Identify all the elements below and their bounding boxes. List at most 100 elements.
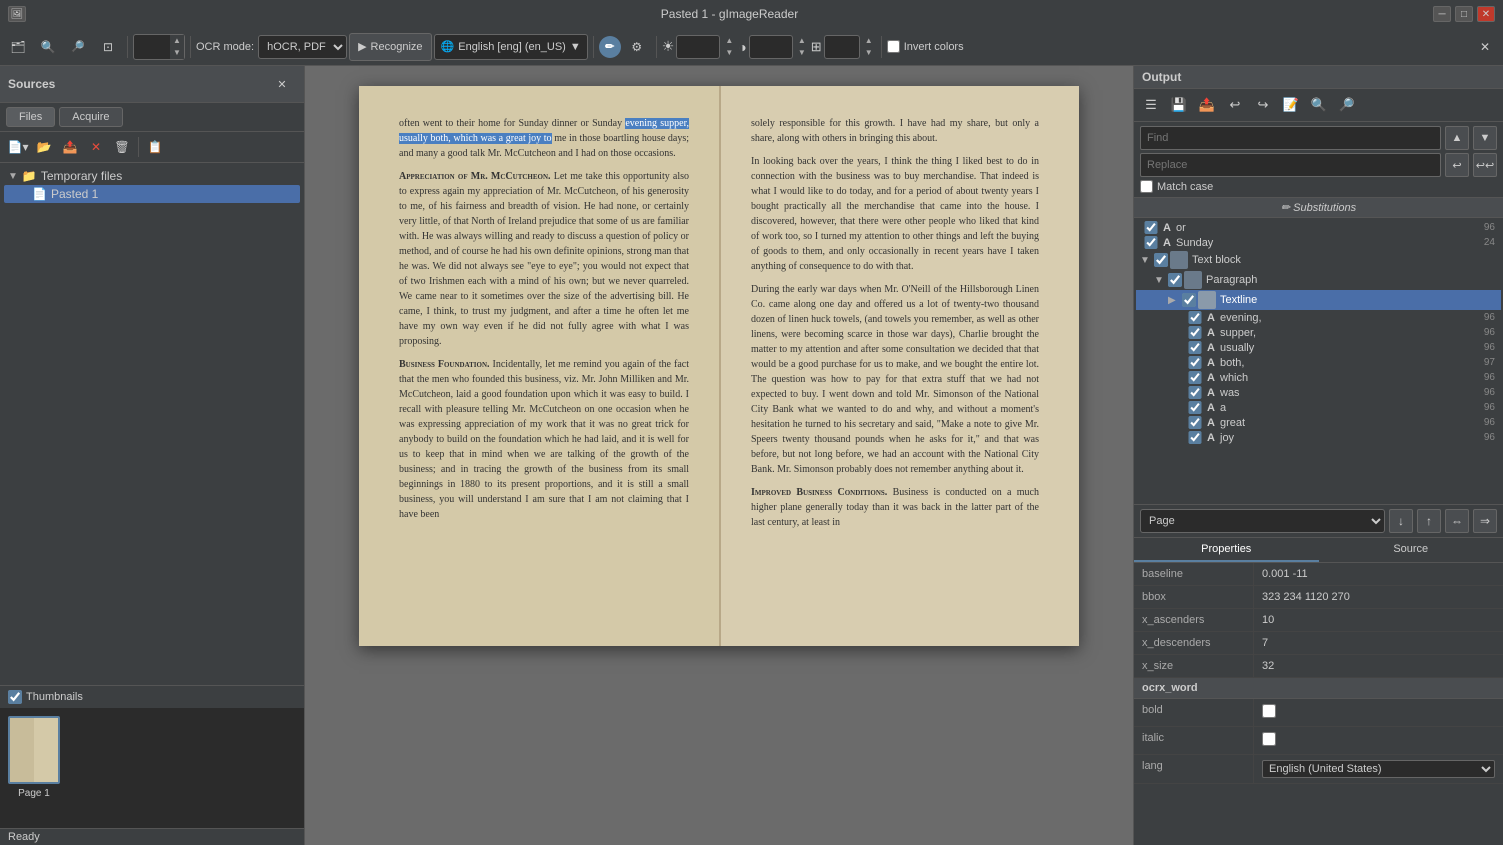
check-which[interactable] bbox=[1188, 371, 1202, 384]
output-layout-btn[interactable]: ☰ bbox=[1138, 92, 1164, 118]
output-export-btn[interactable]: 📤 bbox=[1194, 92, 1220, 118]
page-select[interactable]: Page bbox=[1140, 509, 1385, 533]
output-save-btn[interactable]: 💾 bbox=[1166, 92, 1192, 118]
lang-select[interactable]: English (United States) bbox=[1262, 760, 1495, 778]
output-find-btn[interactable]: 🔍 bbox=[1306, 92, 1332, 118]
nav-collapse-btn[interactable]: ⇒ bbox=[1473, 509, 1497, 533]
check-great[interactable] bbox=[1188, 416, 1202, 429]
tree-file[interactable]: 📄 Pasted 1 bbox=[4, 185, 300, 203]
italic-checkbox[interactable] bbox=[1262, 732, 1276, 746]
export-btn[interactable]: 📤 bbox=[58, 135, 82, 159]
word-row-supper[interactable]: A supper, 96 bbox=[1136, 325, 1501, 340]
brightness-input[interactable]: 0 bbox=[676, 35, 720, 59]
check-textline[interactable] bbox=[1182, 293, 1196, 307]
nav-expand-btn[interactable]: ⇔ bbox=[1445, 509, 1469, 533]
output-spellcheck-btn[interactable]: 📝 bbox=[1278, 92, 1304, 118]
close-doc-button[interactable]: ✕ bbox=[1471, 33, 1499, 61]
tab-source[interactable]: Source bbox=[1319, 538, 1503, 562]
prop-val-bold bbox=[1254, 699, 1503, 726]
tree-folder[interactable]: ▼ 📁 Temporary files bbox=[4, 167, 300, 185]
word-row-was[interactable]: A was 96 bbox=[1136, 385, 1501, 400]
zoom-fit-button[interactable]: ⊡ bbox=[94, 33, 122, 61]
check-a[interactable] bbox=[1188, 401, 1202, 414]
tree-node-textline[interactable]: ▶ Textline bbox=[1136, 290, 1501, 310]
brightness-down[interactable]: ▼ bbox=[722, 47, 736, 59]
check-both[interactable] bbox=[1188, 356, 1202, 369]
recognize-icon: ▶ bbox=[358, 40, 366, 53]
output-zoom-btn[interactable]: 🔎 bbox=[1334, 92, 1360, 118]
word-row-a[interactable]: A a 96 bbox=[1136, 400, 1501, 415]
word-row-usually[interactable]: A usually 96 bbox=[1136, 340, 1501, 355]
word-row-great[interactable]: A great 96 bbox=[1136, 415, 1501, 430]
remove-btn[interactable]: ✕ bbox=[84, 135, 108, 159]
sources-close[interactable]: ✕ bbox=[268, 70, 296, 98]
clear-btn[interactable]: 🗑 bbox=[110, 135, 134, 159]
tab-files[interactable]: Files bbox=[6, 107, 55, 127]
check-or[interactable] bbox=[1144, 221, 1158, 234]
find-next-btn[interactable]: ▼ bbox=[1473, 126, 1497, 150]
paste-btn[interactable]: 📋 bbox=[143, 135, 167, 159]
tab-properties[interactable]: Properties bbox=[1134, 538, 1319, 562]
nav-up-btn[interactable]: ↑ bbox=[1417, 509, 1441, 533]
tree-node-paragraph[interactable]: ▼ Paragraph bbox=[1136, 270, 1501, 290]
minimize-button[interactable]: ─ bbox=[1433, 6, 1451, 22]
contrast-down[interactable]: ▼ bbox=[795, 47, 809, 59]
close-button[interactable]: ✕ bbox=[1477, 6, 1495, 22]
lang-box[interactable]: 🌐 English [eng] (en_US) ▼ bbox=[434, 34, 588, 60]
find-prev-btn[interactable]: ▲ bbox=[1445, 126, 1469, 150]
contrast-input[interactable]: 0 bbox=[749, 35, 793, 59]
invert-checkbox[interactable] bbox=[887, 40, 900, 53]
replace-all-btn[interactable]: ↩↩ bbox=[1473, 153, 1497, 177]
settings-button[interactable]: ⚙ bbox=[623, 33, 651, 61]
output-undo-btn[interactable]: ↩ bbox=[1222, 92, 1248, 118]
prop-key-bbox: bbox bbox=[1134, 586, 1254, 608]
match-case-checkbox[interactable] bbox=[1140, 180, 1153, 193]
thumbnails-checkbox[interactable] bbox=[8, 690, 22, 704]
zoom-out-button[interactable]: 🔎 bbox=[64, 33, 92, 61]
open-button[interactable]: 🗂 bbox=[4, 33, 32, 61]
bold-checkbox[interactable] bbox=[1262, 704, 1276, 718]
word-row-which[interactable]: A which 96 bbox=[1136, 370, 1501, 385]
type-sunday: A bbox=[1160, 237, 1174, 249]
thumbnails-header[interactable]: Thumbnails bbox=[0, 686, 304, 708]
add-file-btn[interactable]: 📄▾ bbox=[6, 135, 30, 159]
check-evening[interactable] bbox=[1188, 311, 1202, 324]
check-usually[interactable] bbox=[1188, 341, 1202, 354]
word-row-joy[interactable]: A joy 96 bbox=[1136, 430, 1501, 445]
brightness-up[interactable]: ▲ bbox=[722, 35, 736, 47]
recognize-button[interactable]: ▶ Recognize bbox=[349, 33, 431, 61]
zoom-down[interactable]: ▼ bbox=[170, 47, 184, 59]
zoom-in-button[interactable]: 🔍 bbox=[34, 33, 62, 61]
check-paragraph[interactable] bbox=[1168, 273, 1182, 287]
contrast-up[interactable]: ▲ bbox=[795, 35, 809, 47]
output-redo-btn[interactable]: ↪ bbox=[1250, 92, 1276, 118]
resolution-input[interactable]: 100 bbox=[824, 35, 860, 59]
check-joy[interactable] bbox=[1188, 431, 1202, 444]
center-panel[interactable]: often went to their home for Sunday dinn… bbox=[305, 66, 1133, 845]
maximize-button[interactable]: □ bbox=[1455, 6, 1473, 22]
word-row-both[interactable]: A both, 97 bbox=[1136, 355, 1501, 370]
open-folder-btn[interactable]: 📂 bbox=[32, 135, 56, 159]
check-was[interactable] bbox=[1188, 386, 1202, 399]
tree-node-textblock[interactable]: ▼ Text block bbox=[1136, 250, 1501, 270]
resolution-down[interactable]: ▼ bbox=[862, 47, 876, 59]
word-row-evening[interactable]: A evening, 96 bbox=[1136, 310, 1501, 325]
zoom-up[interactable]: ▲ bbox=[170, 35, 184, 47]
check-sunday[interactable] bbox=[1144, 236, 1158, 249]
replace-btn[interactable]: ↩ bbox=[1445, 153, 1469, 177]
output-toolbar: ☰ 💾 📤 ↩ ↪ 📝 🔍 🔎 bbox=[1134, 89, 1503, 122]
tab-acquire[interactable]: Acquire bbox=[59, 107, 122, 127]
check-textblock[interactable] bbox=[1154, 253, 1168, 267]
zoom-input[interactable]: 0.0 bbox=[134, 40, 170, 54]
prop-val-bbox: 323 234 1120 270 bbox=[1254, 586, 1503, 608]
word-row-sunday[interactable]: A Sunday 24 bbox=[1136, 235, 1501, 250]
word-row-or[interactable]: A or 96 bbox=[1136, 220, 1501, 235]
resolution-up[interactable]: ▲ bbox=[862, 35, 876, 47]
find-input[interactable] bbox=[1140, 126, 1441, 150]
thumb-page1[interactable]: Page 1 bbox=[8, 716, 60, 820]
invert-label[interactable]: Invert colors bbox=[887, 40, 964, 53]
check-supper[interactable] bbox=[1188, 326, 1202, 339]
replace-input[interactable] bbox=[1140, 153, 1441, 177]
ocr-mode-select[interactable]: hOCR, PDF bbox=[258, 35, 347, 59]
nav-down-btn[interactable]: ↓ bbox=[1389, 509, 1413, 533]
